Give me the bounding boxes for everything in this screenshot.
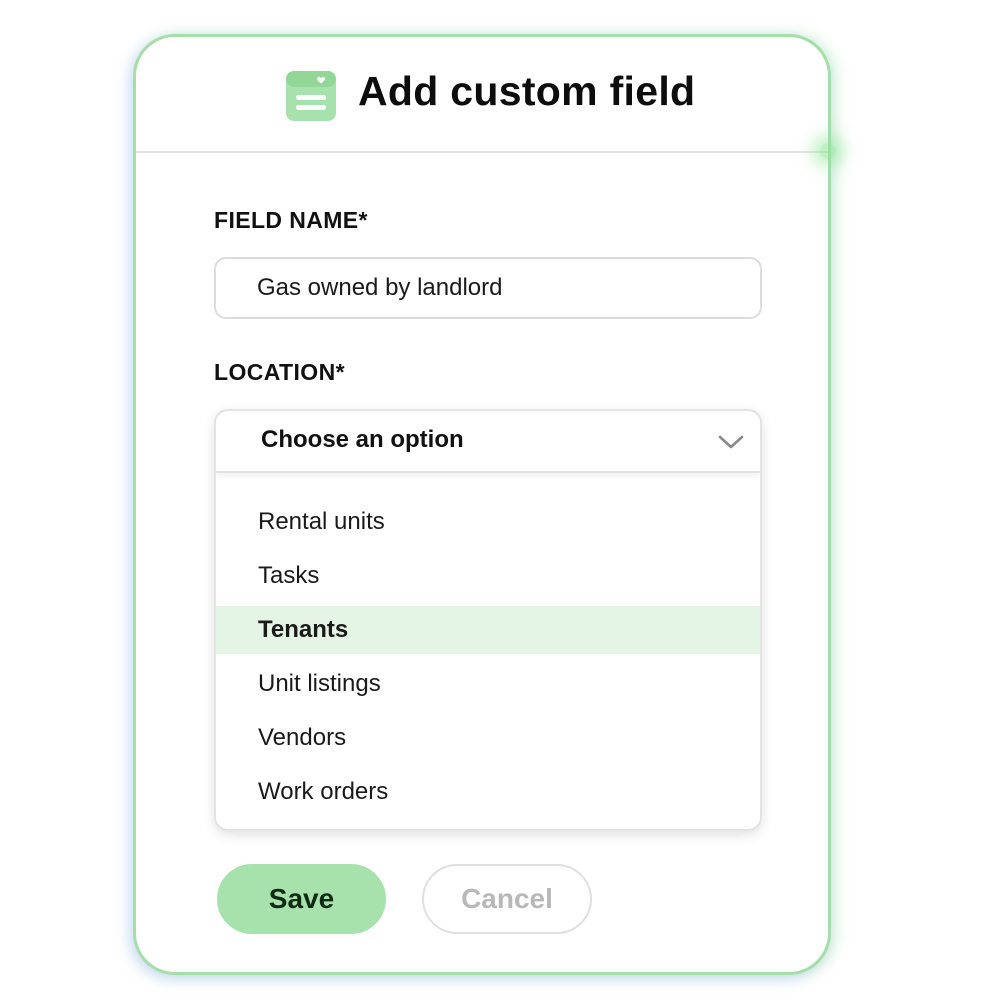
dialog-header: Add custom field <box>136 37 836 159</box>
location-dropdown: Choose an option Rental units Tasks Tena… <box>214 409 762 831</box>
field-name-label: FIELD NAME* <box>214 207 368 233</box>
option-tasks[interactable]: Tasks <box>216 549 760 603</box>
header-divider-glow <box>820 143 836 159</box>
option-unit-listings[interactable]: Unit listings <box>216 657 760 711</box>
location-select-value: Choose an option <box>261 426 464 453</box>
location-options-list: Rental units Tasks Tenants Unit listings… <box>216 495 760 819</box>
custom-field-card-icon <box>286 71 336 121</box>
save-button[interactable]: Save <box>217 864 386 934</box>
option-work-orders[interactable]: Work orders <box>216 765 760 819</box>
dialog-title: Add custom field <box>358 68 696 114</box>
option-tenants[interactable]: Tenants <box>216 606 760 654</box>
option-vendors[interactable]: Vendors <box>216 711 760 765</box>
add-custom-field-dialog: Add custom field FIELD NAME* LOCATION* C… <box>133 34 836 975</box>
cancel-button[interactable]: Cancel <box>422 864 592 934</box>
location-select[interactable]: Choose an option <box>216 411 760 473</box>
field-name-input[interactable] <box>214 257 762 319</box>
option-rental-units[interactable]: Rental units <box>216 495 760 549</box>
page: Add custom field FIELD NAME* LOCATION* C… <box>0 0 1001 1001</box>
chevron-down-icon[interactable] <box>716 431 746 453</box>
location-label: LOCATION* <box>214 359 345 385</box>
